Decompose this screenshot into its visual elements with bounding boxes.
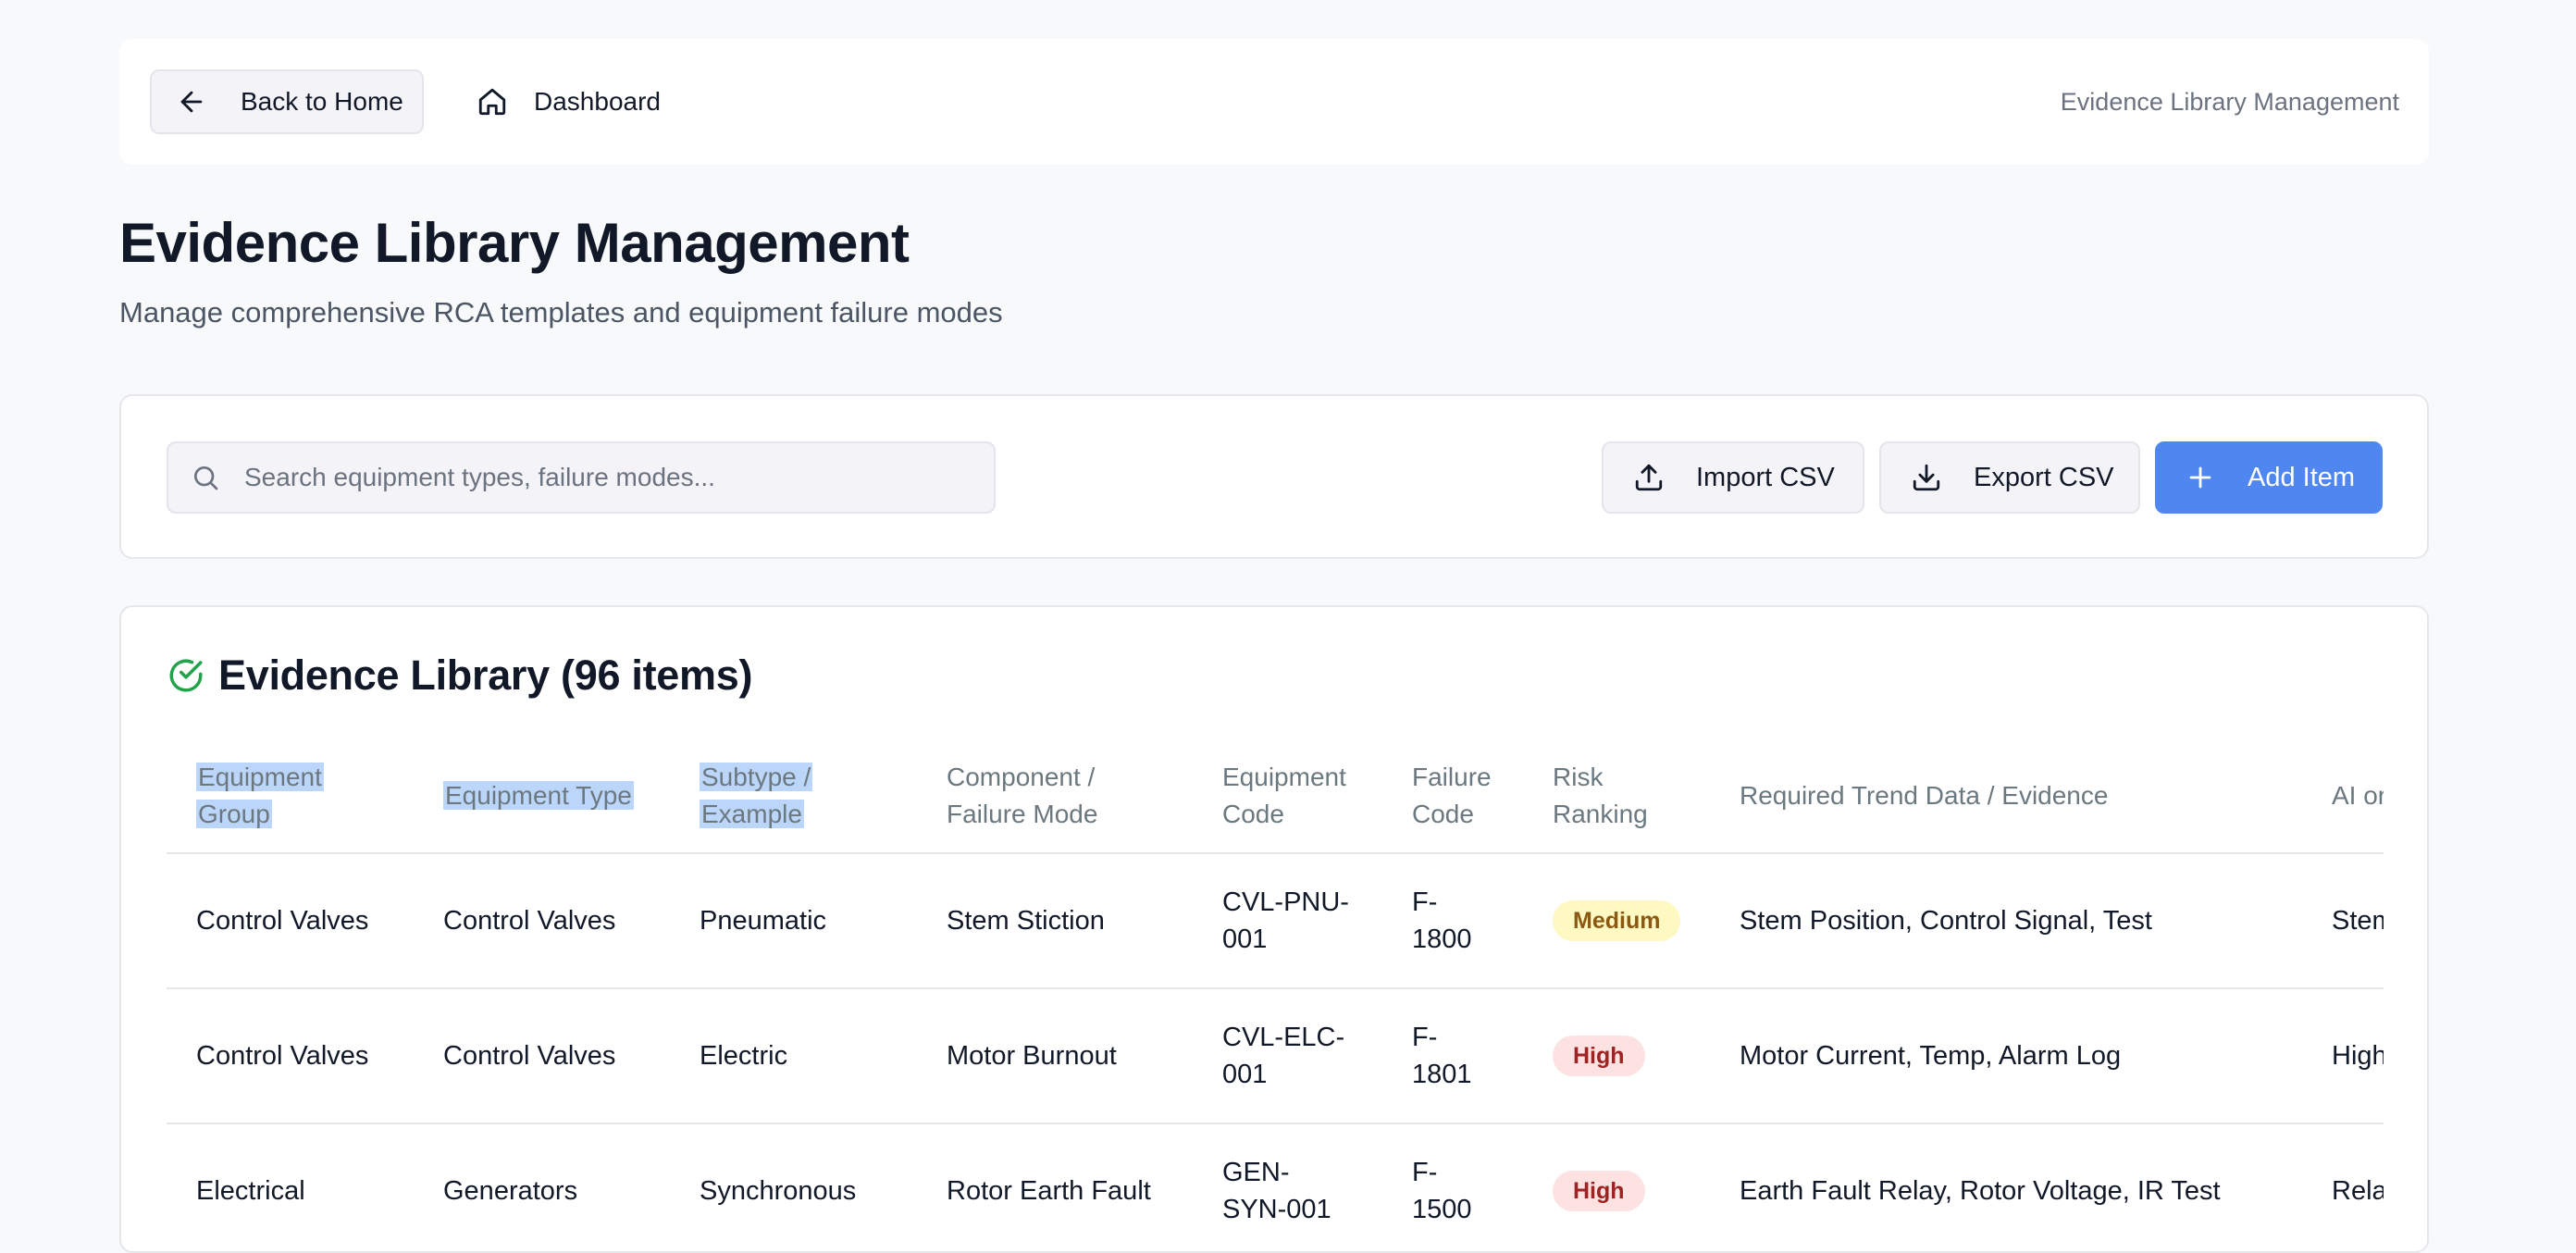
table-row[interactable]: Control Valves Control Valves Pneumatic … (167, 853, 2384, 989)
top-navigation-bar: Back to Home Dashboard Evidence Library … (119, 39, 2429, 165)
column-header-subtype[interactable]: Subtype / Example (670, 738, 917, 854)
table-row[interactable]: Electrical Generators Synchronous Rotor … (167, 1123, 2384, 1251)
dashboard-label: Dashboard (534, 87, 661, 116)
evidence-table: Equipment Group Equipment Type Subtype /… (167, 738, 2384, 1251)
cell-failure-mode: Rotor Earth Fault (917, 1123, 1193, 1251)
export-csv-label: Export CSV (1974, 462, 2114, 492)
cell-equipment-code: GEN-SYN-001 (1193, 1123, 1382, 1251)
import-csv-button[interactable]: Import CSV (1602, 441, 1864, 514)
column-header-required-evidence[interactable]: Required Trend Data / Evidence (1710, 738, 2302, 854)
column-header-failure-mode[interactable]: Component / Failure Mode (917, 738, 1193, 854)
cell-equipment-type: Control Valves (414, 853, 670, 989)
cell-ai: High (2302, 988, 2384, 1124)
download-icon (1913, 464, 1940, 491)
library-title: Evidence Library (96 items) (218, 651, 753, 699)
column-header-failure-code[interactable]: Failure Code (1382, 738, 1523, 854)
column-header-ai[interactable]: AI or (2302, 738, 2384, 854)
table-header-row: Equipment Group Equipment Type Subtype /… (167, 738, 2384, 854)
cell-subtype: Pneumatic (670, 853, 917, 989)
search-input[interactable] (242, 462, 986, 493)
column-header-risk-ranking[interactable]: Risk Ranking (1523, 738, 1710, 854)
cell-failure-mode: Stem Stiction (917, 853, 1193, 989)
cell-ai: Rela (2302, 1123, 2384, 1251)
upload-icon (1635, 464, 1663, 491)
cell-required-evidence: Motor Current, Temp, Alarm Log (1710, 988, 2302, 1124)
library-table-scroll[interactable]: Equipment Group Equipment Type Subtype /… (167, 738, 2384, 1251)
cell-equipment-code: CVL-PNU-001 (1193, 853, 1382, 989)
page-title: Evidence Library Management (119, 212, 910, 274)
cell-required-evidence: Stem Position, Control Signal, Test (1710, 853, 2302, 989)
table-row[interactable]: Control Valves Control Valves Electric M… (167, 988, 2384, 1124)
library-header: Evidence Library (96 items) (167, 651, 752, 700)
cell-subtype: Electric (670, 988, 917, 1124)
import-csv-label: Import CSV (1696, 462, 1835, 492)
cell-failure-code: F-1801 (1382, 988, 1523, 1124)
evidence-library-card: Evidence Library (96 items) Equipment Gr… (119, 605, 2429, 1253)
column-header-equipment-type[interactable]: Equipment Type (414, 738, 670, 854)
back-to-home-label: Back to Home (241, 87, 403, 116)
current-page-breadcrumb: Evidence Library Management (2060, 87, 2399, 116)
cell-equipment-group: Electrical (167, 1123, 414, 1251)
add-item-button[interactable]: Add Item (2155, 441, 2383, 514)
plus-icon (2189, 466, 2211, 489)
check-circle-icon (169, 659, 203, 692)
dashboard-link[interactable]: Dashboard (477, 69, 661, 134)
home-icon (478, 88, 506, 116)
cell-subtype: Synchronous (670, 1123, 917, 1251)
add-item-label: Add Item (2248, 462, 2356, 492)
cell-equipment-type: Generators (414, 1123, 670, 1251)
search-icon (194, 465, 218, 490)
column-header-equipment-code[interactable]: Equipment Code (1193, 738, 1382, 854)
cell-risk-ranking: Medium (1523, 853, 1710, 989)
export-csv-button[interactable]: Export CSV (1879, 441, 2140, 514)
cell-failure-code: F-1500 (1382, 1123, 1523, 1251)
cell-required-evidence: Earth Fault Relay, Rotor Voltage, IR Tes… (1710, 1123, 2302, 1251)
arrow-left-icon (180, 91, 203, 113)
search-box[interactable] (167, 441, 996, 514)
cell-risk-ranking: High (1523, 988, 1710, 1124)
page-subtitle: Manage comprehensive RCA templates and e… (119, 296, 1003, 329)
cell-equipment-code: CVL-ELC-001 (1193, 988, 1382, 1124)
back-to-home-button[interactable]: Back to Home (150, 69, 424, 134)
cell-failure-mode: Motor Burnout (917, 988, 1193, 1124)
cell-equipment-group: Control Valves (167, 988, 414, 1124)
cell-risk-ranking: High (1523, 1123, 1710, 1251)
cell-ai: Stem (2302, 853, 2384, 989)
risk-badge: High (1553, 1171, 1645, 1211)
risk-badge: High (1553, 1036, 1645, 1076)
risk-badge: Medium (1553, 900, 1681, 941)
column-header-equipment-group[interactable]: Equipment Group (167, 738, 414, 854)
toolbar-card: Import CSV Export CSV Add Item (119, 394, 2429, 559)
cell-equipment-type: Control Valves (414, 988, 670, 1124)
cell-failure-code: F-1800 (1382, 853, 1523, 989)
cell-equipment-group: Control Valves (167, 853, 414, 989)
